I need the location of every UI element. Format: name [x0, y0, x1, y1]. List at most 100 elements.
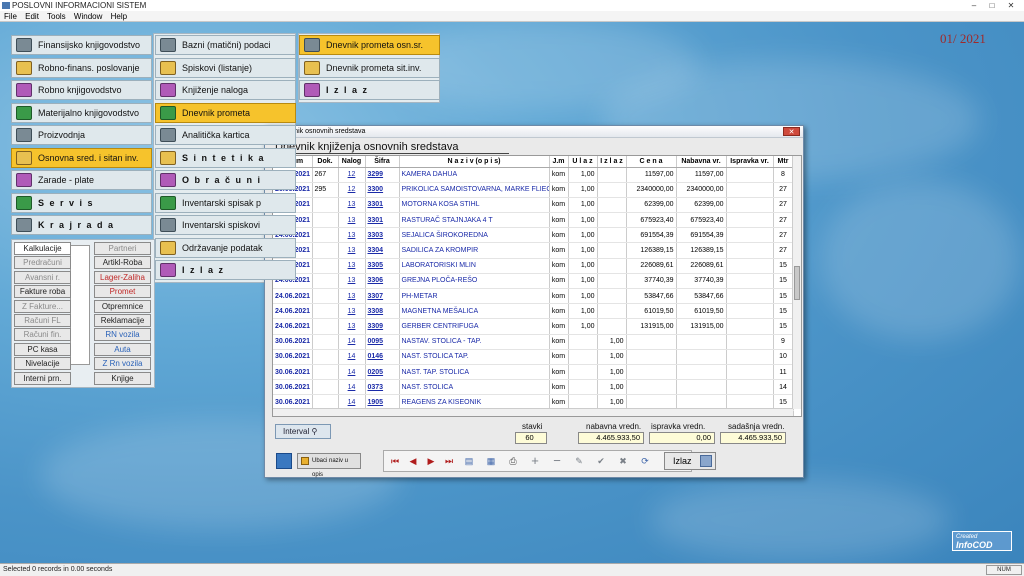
dialog-close-icon[interactable]: ✕	[783, 127, 800, 136]
module-submenu-1[interactable]: Spiskovi (listanje)	[155, 57, 296, 78]
shortcut-right-6[interactable]: RN vozila	[94, 328, 151, 342]
module-modules-8[interactable]: K r a j r a d a	[11, 215, 152, 235]
module-modules-7[interactable]: S e r v i s	[11, 192, 152, 213]
maximize-icon[interactable]: □	[985, 1, 999, 10]
add-icon[interactable]: +	[526, 453, 544, 469]
module-submenu-6[interactable]: O b r a č u n i	[155, 170, 296, 190]
module-submenu-0[interactable]: Bazni (matični) podaci	[155, 35, 296, 55]
table-row[interactable]: 30.06.2021 14 0095 NASTAV. STOLICA - TAP. ko…	[273, 334, 794, 350]
shortcut-right-3[interactable]: Promet	[94, 285, 151, 299]
module-modules-3[interactable]: Materijalno knjigovodstvo	[11, 102, 152, 123]
minimize-icon[interactable]: –	[967, 1, 981, 10]
confirm-icon[interactable]: ✔	[592, 453, 610, 469]
module-submenu-10[interactable]: I z l a z	[155, 260, 296, 280]
table-row[interactable]: 30.06.2021 14 0146 NAST. STOLICA TAP. kom 1,0…	[273, 349, 794, 365]
table-row[interactable]: 24.06.2021133301RASTURAČ STAJNJAKA 4 Tko…	[273, 212, 794, 229]
table-row[interactable]: 24.06.2021 13 3309 GERBER CENTRIFUGA kom 1,00…	[273, 318, 794, 335]
next-record-icon[interactable]: ▶	[422, 453, 440, 469]
shortcut-left-8[interactable]: Nivelacije	[14, 357, 71, 371]
scroll-thumb[interactable]	[794, 266, 800, 300]
table-row[interactable]: 30.06.2021 14 0373 NAST. STOLICA kom 1,00 14	[273, 379, 794, 396]
table-row[interactable]: 24.06.2021133304SADILICA ZA KROMPIRkom1,…	[273, 242, 794, 259]
module-modules-1[interactable]: Robno-finans. poslovanje	[11, 57, 152, 78]
cell: MAGNETNA MEŠALICA	[399, 303, 550, 320]
module-submenu2-2[interactable]: I z l a z	[299, 80, 440, 100]
calculator-button[interactable]	[276, 453, 292, 469]
menu-window[interactable]: Window	[74, 12, 102, 21]
list-view-icon[interactable]: ▦	[482, 453, 500, 469]
module-modules-0[interactable]: Finansijsko knjigovodstvo	[11, 35, 152, 55]
prev-record-icon[interactable]: ◀	[404, 453, 422, 469]
module-modules-6[interactable]: Zarade - plate	[11, 170, 152, 190]
shortcut-left-0[interactable]: Kalkulacije	[14, 242, 71, 255]
shortcut-right-0[interactable]: Partneri	[94, 242, 151, 255]
logo-line2: InfoCOD	[956, 540, 993, 550]
cell: 3305	[365, 258, 400, 274]
last-record-icon[interactable]: ⏭	[440, 453, 458, 469]
module-submenu-7[interactable]: Inventarski spisak p	[155, 192, 296, 213]
module-modules-2[interactable]: Robno knjigovodstvo	[11, 80, 152, 100]
module-submenu-4[interactable]: Analitička kartica	[155, 125, 296, 145]
table-row[interactable]: 17.06.2021133301MOTORNA KOSA STIHLkom1,0…	[273, 197, 794, 214]
shortcut-right-9[interactable]: Knjige	[94, 371, 151, 385]
insert-name-button[interactable]: Ubaci naziv u opis	[297, 453, 361, 478]
module-modules-5[interactable]: Osnovna sred. i sitan inv.	[11, 147, 152, 168]
shortcut-left-7[interactable]: PC kasa	[14, 342, 71, 356]
shortcut-right-5[interactable]: Reklamacije	[94, 314, 151, 327]
menu-tools[interactable]: Tools	[47, 12, 66, 21]
horizontal-scrollbar[interactable]	[273, 408, 793, 416]
shortcut-left-2[interactable]: Avansni r.	[14, 270, 71, 284]
vertical-scrollbar[interactable]	[792, 156, 801, 409]
edit-icon[interactable]: ✎	[570, 453, 588, 469]
table-row[interactable]: 24.06.2021 13 3308 MAGNETNA MEŠALICA kom 1,00…	[273, 303, 794, 320]
module-submenu-5[interactable]: S i n t e t i k a	[155, 147, 296, 168]
print-icon[interactable]: ⎙	[504, 453, 522, 469]
module-submenu-9[interactable]: Održavanje podatak	[155, 237, 296, 258]
shortcut-right-1[interactable]: Artikl-Roba	[94, 256, 151, 270]
cell: 3304	[365, 242, 400, 259]
journal-grid[interactable]: DatumDok.NalogŠifraN a z i v (o p i s)J.…	[272, 155, 802, 417]
cell	[597, 182, 627, 198]
close-icon[interactable]: ✕	[1004, 1, 1018, 10]
module-submenu-8[interactable]: Inventarski spiskovi	[155, 215, 296, 235]
module-submenu2-1[interactable]: Dnevnik prometa sit.inv.	[299, 57, 440, 78]
module-submenu-2[interactable]: Knjiženje naloga	[155, 80, 296, 100]
menu-file[interactable]: File	[4, 12, 17, 21]
table-row[interactable]: 18.05.2021267123299KAMERA DAHUAkom1,0011…	[273, 167, 794, 183]
menu-help[interactable]: Help	[111, 12, 127, 21]
module-submenu-3[interactable]: Dnevnik prometa	[155, 102, 296, 123]
document-icon[interactable]: ▤	[460, 453, 478, 469]
table-row[interactable]: 24.06.2021 13 3307 PH-METAR kom 1,00 53847,66 5…	[273, 288, 794, 305]
ispravka-label: ispravka vredn.	[651, 422, 706, 431]
module-submenu2-0[interactable]: Dnevnik prometa osn.sr.	[299, 35, 440, 55]
cell	[312, 364, 339, 381]
module-modules-4[interactable]: Proizvodnja	[11, 125, 152, 145]
shortcut-left-1[interactable]: Predračuni	[14, 256, 71, 270]
shortcut-right-4[interactable]: Otpremnice	[94, 299, 151, 313]
table-row[interactable]: 24.06.2021 13 3306 GREJNA PLOČA-REŠO kom 1,00…	[273, 273, 794, 290]
cell	[312, 227, 339, 244]
menu-edit[interactable]: Edit	[25, 12, 39, 21]
table-row[interactable]: 30.06.2021 14 0205 NAST. TAP. STOLICA kom 1,0…	[273, 364, 794, 381]
shortcut-right-2[interactable]: Lager-Zaliha	[94, 270, 151, 284]
modules-label-3: Materijalno knjigovodstvo	[38, 107, 140, 118]
shortcut-left-4[interactable]: Z Fakture...	[14, 299, 71, 313]
table-row[interactable]: 24.06.2021 13 3303 SEJALICA ŠIROKOREDNA kom 1…	[273, 227, 794, 244]
shortcut-right-7[interactable]: Auta	[94, 342, 151, 356]
shortcut-left-6[interactable]: Računi fin.	[14, 328, 71, 342]
shortcut-left-5[interactable]: Računi FL	[14, 314, 71, 327]
table-row[interactable]: 26.05.2021295123300PRIKOLICA SAMOISTOVAR…	[273, 182, 794, 198]
shortcut-left-9[interactable]: Interni prn.	[14, 371, 71, 385]
shortcut-right-8[interactable]: Z Rn vozila	[94, 357, 151, 371]
interval-button[interactable]: Interval ⚲	[275, 424, 331, 439]
cell: 267	[312, 167, 339, 183]
first-record-icon[interactable]: ⏮	[386, 453, 404, 469]
cancel-icon[interactable]: ✖	[614, 453, 632, 469]
table-row[interactable]: 24.06.2021133305LABORATORISKI MLINkom1,0…	[273, 258, 794, 274]
shortcut-left-3[interactable]: Fakture roba	[14, 285, 71, 299]
cell: 62399,00	[626, 197, 677, 214]
exit-button[interactable]: Izlaz	[664, 452, 716, 470]
remove-icon[interactable]: −	[548, 453, 566, 469]
cell: 8	[773, 167, 794, 183]
refresh-icon[interactable]: ⟳	[636, 453, 654, 469]
